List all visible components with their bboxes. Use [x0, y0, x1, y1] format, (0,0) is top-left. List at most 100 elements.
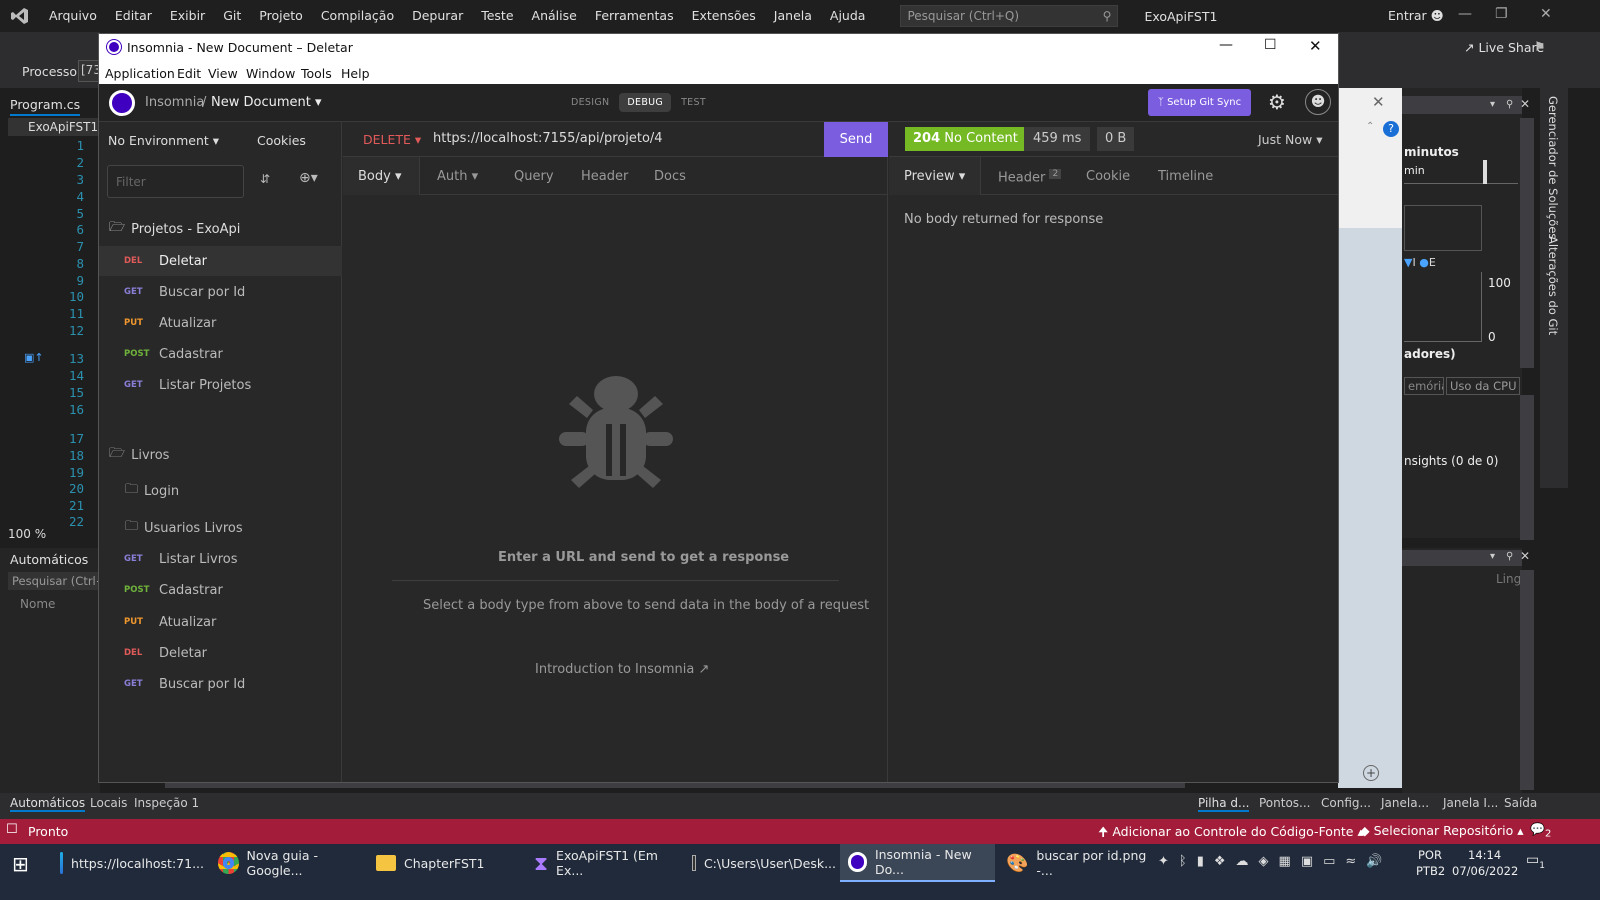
diag-timeline[interactable]: [1404, 160, 1518, 184]
breakpoint-icon[interactable]: ▣↑: [24, 351, 44, 364]
folder-projetos[interactable]: 🗁 Projetos - ExoApi: [109, 218, 240, 240]
editor-navigation-bar[interactable]: ExoApiFST1: [8, 118, 100, 136]
request-item-cadastrar-livro[interactable]: POST Cadastrar: [99, 575, 342, 605]
intro-link[interactable]: Introduction to Insomnia ↗: [535, 662, 709, 677]
editor-horizontal-scrollbar[interactable]: [165, 783, 1185, 788]
request-item-deletar-livro[interactable]: DEL Deletar: [99, 638, 342, 668]
taskbar-item-insomnia[interactable]: Insomnia - New Do...: [840, 844, 995, 882]
diag-timeline-marker[interactable]: [1483, 160, 1487, 184]
autos-search-input[interactable]: Pesquisar (Ctrl+E: [8, 572, 100, 590]
chevron-up-icon[interactable]: ⌃: [1366, 121, 1374, 132]
ins-menu-window[interactable]: Window: [246, 66, 295, 81]
method-dropdown[interactable]: DELETE ▾: [363, 132, 421, 147]
taskbar-item-terminal[interactable]: C:\Users\User\Desk...: [684, 844, 836, 882]
diag-tab-memory[interactable]: emória: [1404, 377, 1444, 395]
tab-design[interactable]: DESIGN: [563, 93, 617, 112]
vs-menu-projeto[interactable]: Projeto: [250, 0, 312, 32]
vs-menu-teste[interactable]: Teste: [472, 0, 522, 32]
battery-icon[interactable]: ▭: [1323, 854, 1335, 869]
action-center-icon[interactable]: ▭1: [1526, 852, 1545, 871]
folder-livros[interactable]: 🗁 Livros: [109, 444, 169, 466]
tab-debug[interactable]: DEBUG: [619, 93, 672, 112]
vs-menu-extensoes[interactable]: Extensões: [683, 0, 765, 32]
zoom-level[interactable]: 100 %: [8, 527, 46, 541]
output-pin-icon[interactable]: ⚲: [1506, 551, 1513, 562]
tab-body[interactable]: Body ▾: [358, 169, 402, 184]
vtab-git-changes[interactable]: Alterações do Git: [1546, 236, 1560, 335]
feedback-icon[interactable]: ⚑: [1534, 40, 1546, 55]
breadcrumb-root[interactable]: Insomnia: [145, 95, 204, 110]
output-dropdown-icon[interactable]: ▾: [1490, 551, 1495, 562]
vs-menu-janela[interactable]: Janela: [765, 0, 821, 32]
ins-menu-view[interactable]: View: [208, 66, 238, 81]
notifications-icon[interactable]: 💬2: [1530, 822, 1551, 839]
bottom-tab-locals[interactable]: Locais: [90, 796, 127, 810]
diag-tab-cpu[interactable]: Uso da CPU: [1446, 377, 1521, 395]
bottom-tab-immediate-window[interactable]: Janela I...: [1443, 796, 1498, 810]
tab-cookie[interactable]: Cookie: [1086, 169, 1130, 184]
settings-gear-icon[interactable]: ⚙: [1268, 90, 1286, 114]
editor-tab-program[interactable]: Program.cs: [10, 97, 81, 116]
bottom-tab-autos[interactable]: Automáticos: [10, 796, 86, 812]
tray-device-icon[interactable]: ▣: [1301, 854, 1313, 869]
dropdown-icon[interactable]: ▾: [1490, 99, 1495, 110]
nvidia-icon[interactable]: ◈: [1259, 854, 1269, 869]
minimize-icon[interactable]: —: [1458, 6, 1472, 22]
usb-icon[interactable]: ▮: [1197, 854, 1204, 869]
tray-color-icon[interactable]: ❖: [1214, 854, 1226, 869]
help-icon[interactable]: ?: [1383, 121, 1399, 137]
bottom-tab-breakpoints[interactable]: Pontos...: [1259, 796, 1311, 810]
bottom-tab-exception-settings[interactable]: Config...: [1321, 796, 1371, 810]
vs-menu-editar[interactable]: Editar: [106, 0, 161, 32]
insomnia-maximize-icon[interactable]: ☐: [1264, 37, 1277, 53]
output-close-icon[interactable]: ✕: [1520, 549, 1530, 563]
request-item-atualizar[interactable]: PUT Atualizar: [99, 308, 342, 338]
taskbar-item-visual-studio[interactable]: ⧗ ExoApiFST1 (Em Ex...: [526, 844, 678, 882]
close-panel-icon[interactable]: ✕: [1520, 97, 1530, 111]
diag-insights[interactable]: nsights (0 de 0): [1404, 454, 1498, 468]
tab-docs[interactable]: Docs: [654, 169, 686, 184]
vs-menu-analise[interactable]: Análise: [523, 0, 586, 32]
bottom-tab-output[interactable]: Saída: [1504, 796, 1537, 810]
response-history-dropdown[interactable]: Just Now ▾: [1258, 132, 1322, 147]
output-scrollbar[interactable]: [1520, 570, 1534, 790]
close-popup-icon[interactable]: ✕: [1372, 93, 1385, 111]
clock-time[interactable]: 14:14: [1468, 848, 1501, 862]
bottom-tab-watch[interactable]: Inspeção 1: [134, 796, 199, 810]
vs-search-input[interactable]: Pesquisar (Ctrl+Q) ⚲: [900, 5, 1119, 27]
clock-date[interactable]: 07/06/2022: [1452, 864, 1518, 878]
restore-icon[interactable]: ❐: [1495, 6, 1508, 22]
bottom-tab-command-window[interactable]: Janela...: [1381, 796, 1429, 810]
close-icon[interactable]: ✕: [1540, 6, 1552, 22]
vs-menu-arquivo[interactable]: Arquivo: [40, 0, 106, 32]
cookies-button[interactable]: Cookies: [257, 133, 306, 148]
request-item-buscar-livro[interactable]: GET Buscar por Id: [99, 669, 342, 699]
diag-scrollbar-2[interactable]: [1520, 395, 1534, 540]
add-source-control-button[interactable]: 🠉 Adicionar ao Controle do Código-Fonte …: [1098, 823, 1364, 844]
tray-window-icon[interactable]: ▦: [1279, 854, 1291, 869]
language-indicator-top[interactable]: POR: [1418, 848, 1442, 862]
insomnia-close-icon[interactable]: ✕: [1309, 37, 1322, 55]
taskbar-item-paint[interactable]: 🎨 buscar por id.png -...: [998, 844, 1150, 882]
account-icon[interactable]: ☻: [1305, 89, 1331, 115]
select-repository-button[interactable]: ◆ Selecionar Repositório ▴: [1360, 823, 1524, 838]
live-share-button[interactable]: ↗ Live Share: [1464, 40, 1544, 55]
setup-git-sync-button[interactable]: ᛉ Setup Git Sync: [1148, 89, 1251, 116]
ins-menu-edit[interactable]: Edit: [177, 66, 201, 81]
vs-process-select[interactable]: [73: [78, 60, 100, 82]
tab-timeline[interactable]: Timeline: [1158, 169, 1213, 184]
wifi-icon[interactable]: ≈: [1345, 854, 1356, 869]
ins-menu-application[interactable]: Application: [105, 66, 175, 81]
filter-input[interactable]: Filter: [107, 165, 244, 198]
insomnia-minimize-icon[interactable]: —: [1219, 37, 1233, 53]
bottom-tab-callstack[interactable]: Pilha d...: [1198, 796, 1250, 812]
ins-menu-tools[interactable]: Tools: [301, 66, 332, 81]
bluetooth-icon[interactable]: ᛒ: [1179, 854, 1187, 869]
volume-icon[interactable]: 🔊: [1366, 854, 1382, 869]
folder-login[interactable]: 🗀 Login: [125, 480, 179, 502]
request-item-listar-livros[interactable]: GET Listar Livros: [99, 544, 342, 574]
diag-scrollbar[interactable]: [1520, 118, 1534, 368]
pin-icon[interactable]: ⚲: [1506, 99, 1513, 110]
sort-icon[interactable]: ⇵: [260, 172, 270, 186]
environment-dropdown[interactable]: No Environment ▾: [108, 133, 219, 148]
